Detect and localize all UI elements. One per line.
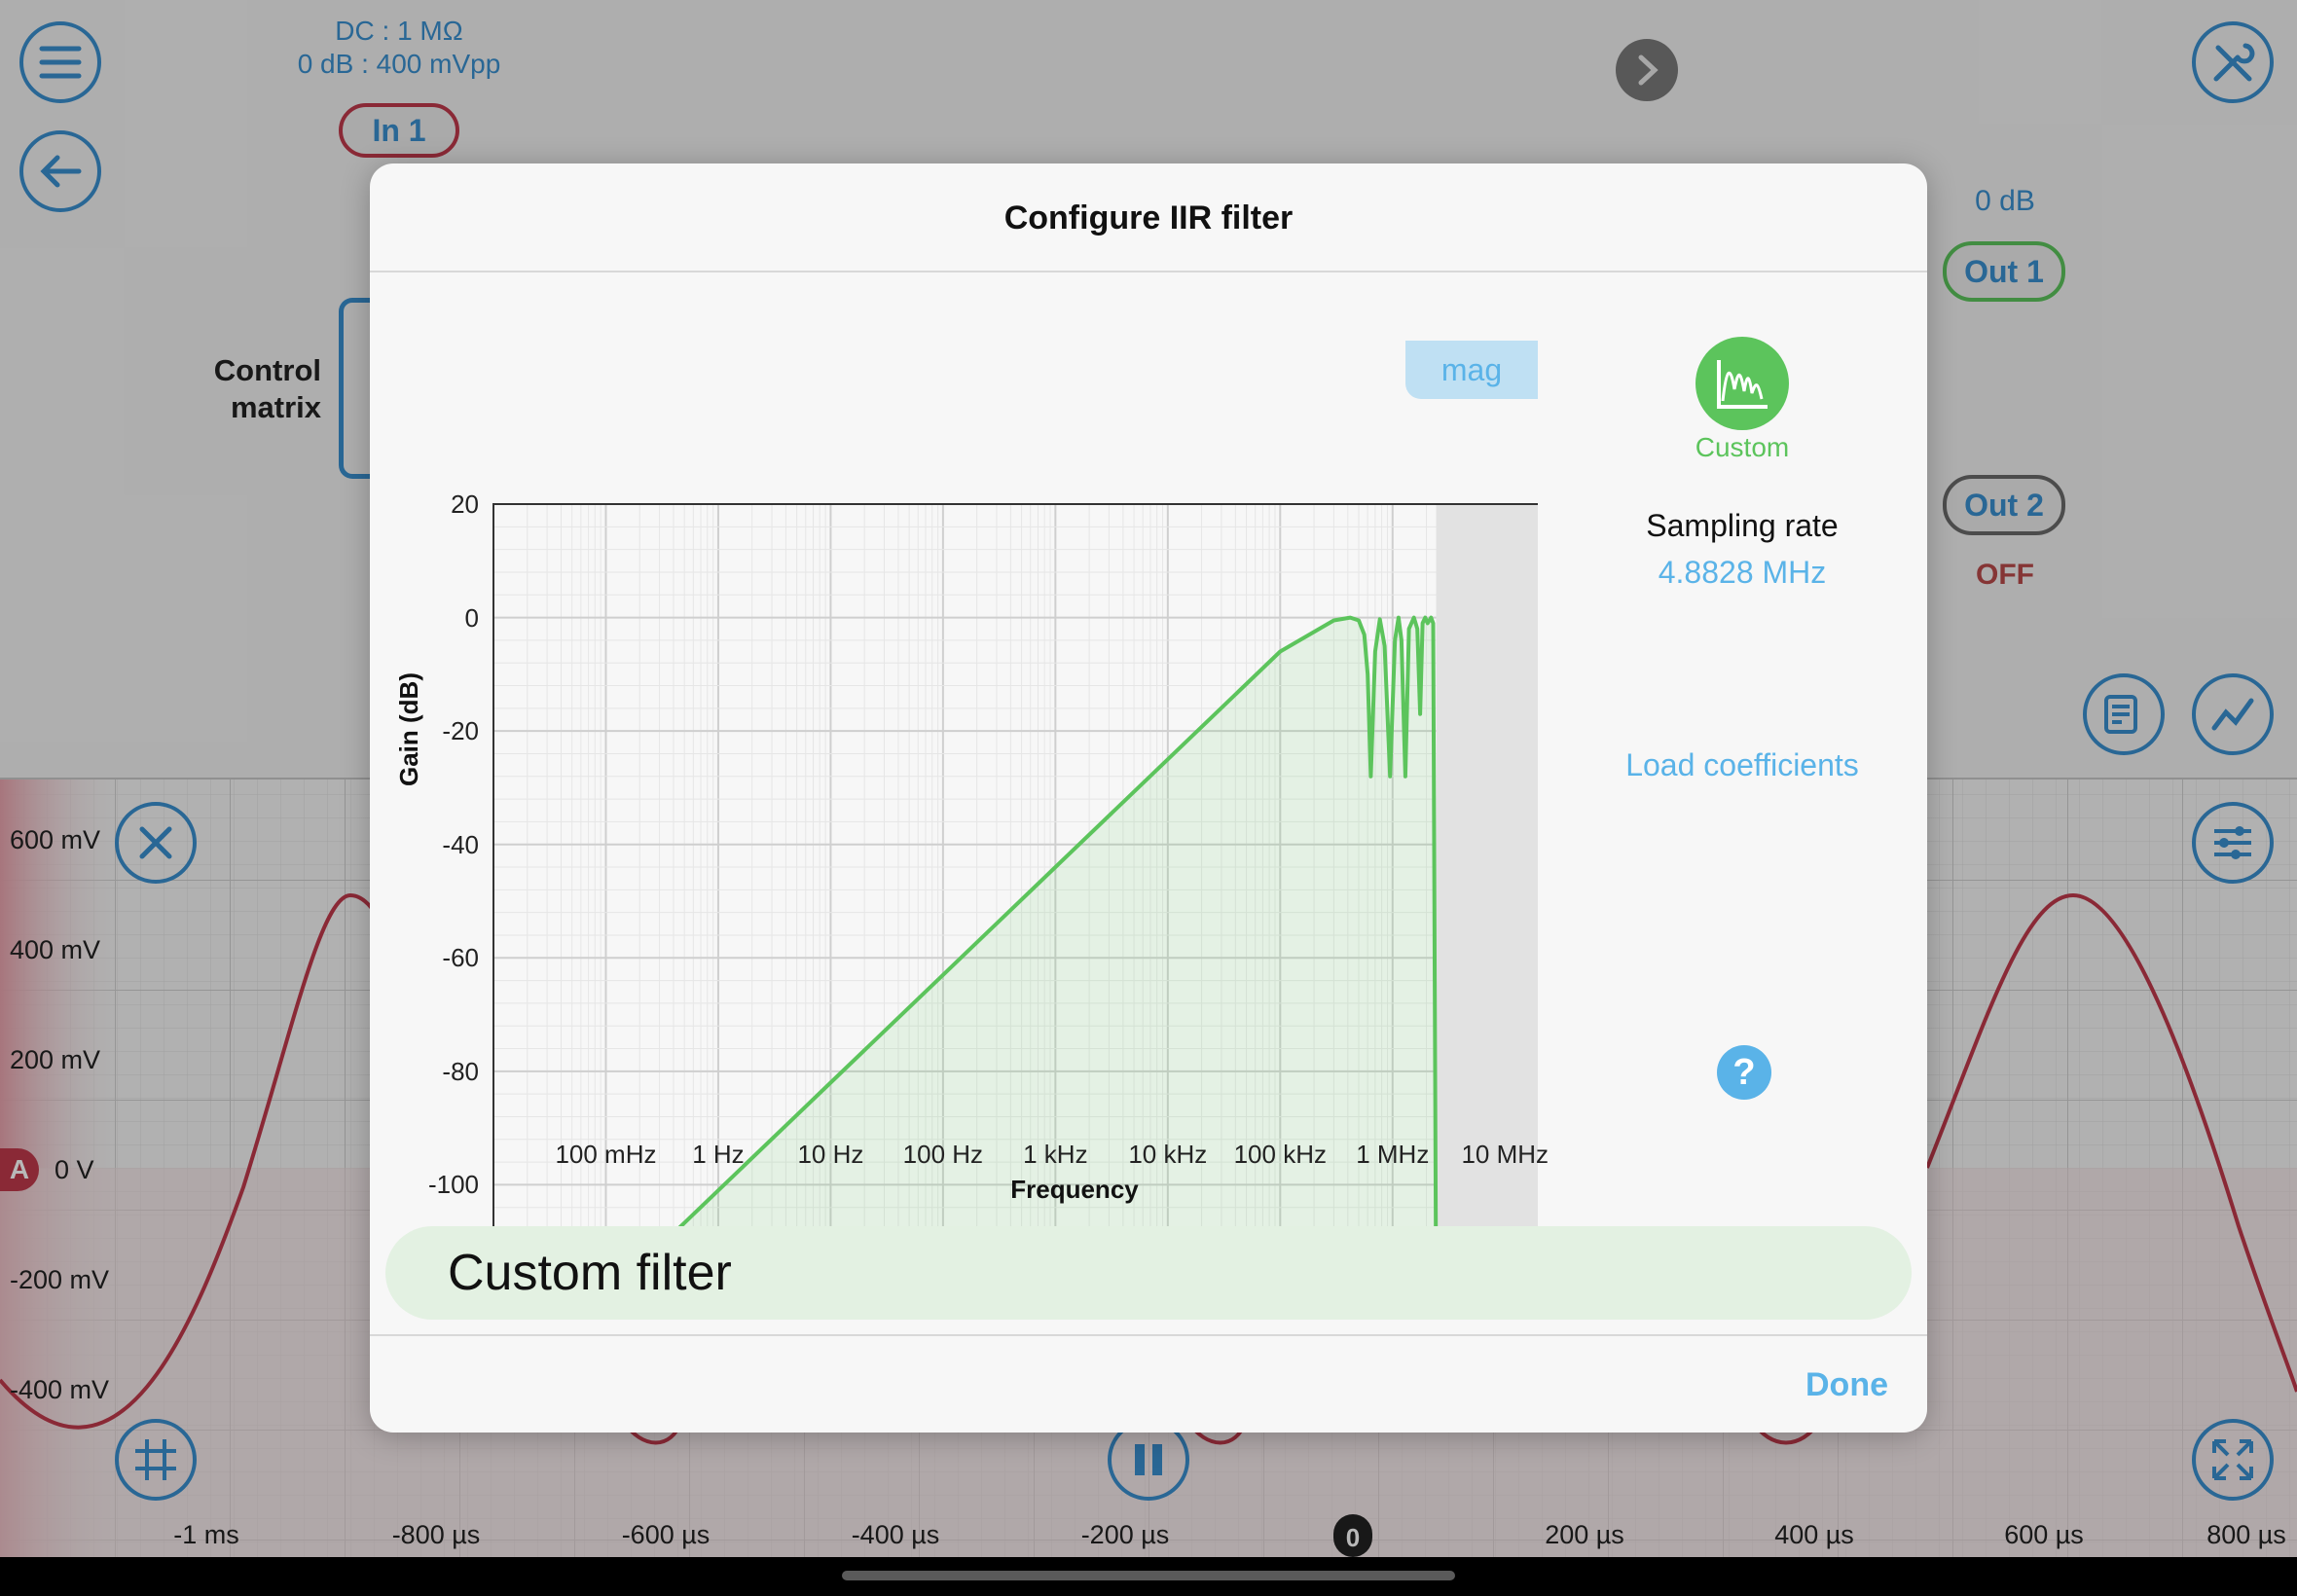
x-tick-label: 100 Hz <box>902 1140 984 1169</box>
y-tick-label: -100 <box>427 1170 479 1200</box>
y-tick-label: -60 <box>442 943 479 973</box>
nyquist-shaded-region <box>1436 504 1538 1226</box>
x-tick-label: 10 kHz <box>1128 1140 1208 1169</box>
iir-filter-dialog: Configure IIR filter mag 20 0 -20 -40 -60 -80… <box>370 163 1927 1433</box>
filter-response-chart <box>492 503 1538 1226</box>
chart-x-axis-label: Frequency <box>1010 1175 1139 1204</box>
help-icon[interactable]: ? <box>1717 1045 1771 1100</box>
home-indicator[interactable] <box>842 1571 1455 1580</box>
chart-y-axis-label: Gain (dB) <box>394 672 423 786</box>
x-tick-label: 10 MHz <box>1461 1140 1550 1169</box>
filter-type-button[interactable] <box>1695 337 1789 430</box>
x-tick-label: 1 MHz <box>1356 1140 1430 1169</box>
mag-toggle[interactable]: mag <box>1405 341 1538 399</box>
x-tick-label: 1 Hz <box>692 1140 745 1169</box>
footer-divider <box>370 1334 1927 1336</box>
sampling-rate-value[interactable]: 4.8828 MHz <box>1596 555 1888 591</box>
y-tick-label: 20 <box>451 490 479 519</box>
dialog-title: Configure IIR filter <box>370 163 1927 272</box>
sampling-rate-label: Sampling rate <box>1646 508 1839 543</box>
load-coefficients-button[interactable]: Load coefficients <box>1567 747 1917 783</box>
y-tick-label: -40 <box>442 829 479 859</box>
y-tick-label: 0 <box>464 602 479 633</box>
x-tick-label: 100 kHz <box>1233 1140 1327 1169</box>
x-tick-label: 1 kHz <box>1023 1140 1088 1169</box>
app-window: DC : 1 MΩ 0 dB : 400 mVpp In 1 Control m… <box>0 0 2297 1596</box>
done-button[interactable]: Done <box>1805 1366 1888 1404</box>
custom-filter-icon <box>1717 360 1768 409</box>
y-tick-label: -80 <box>442 1056 479 1086</box>
filter-name-field[interactable]: Custom filter <box>385 1226 1912 1320</box>
x-tick-label: 100 mHz <box>555 1140 657 1169</box>
filter-type-label: Custom <box>1695 432 1790 462</box>
x-tick-label: 10 Hz <box>797 1140 864 1169</box>
response-area <box>680 617 1437 1226</box>
